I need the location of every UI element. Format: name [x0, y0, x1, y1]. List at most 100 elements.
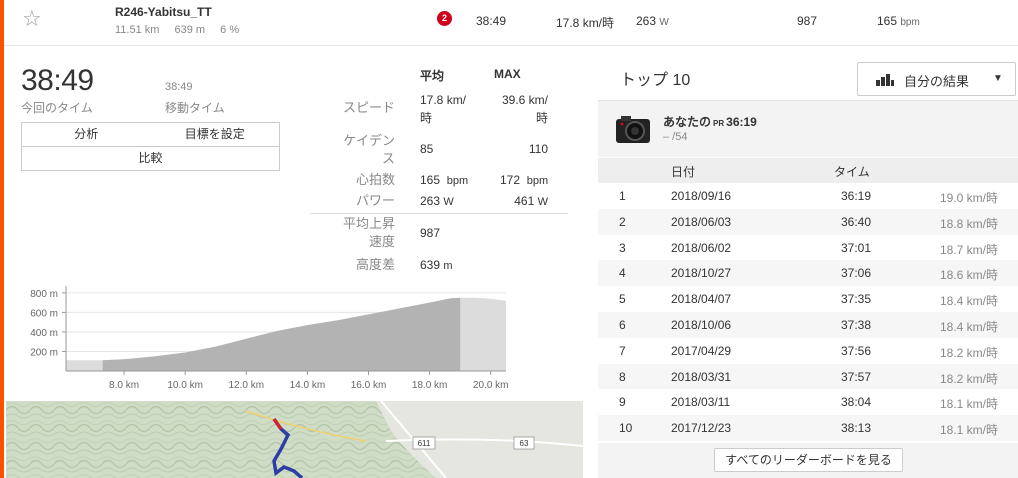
vam-value: 987	[420, 226, 441, 240]
elevation-chart[interactable]: 800 m 600 m 400 m 200 m 8.0 km 10.0 km 12.0 km…	[0, 282, 520, 392]
x-tick-label: 20.0 km	[473, 380, 509, 391]
x-tick-label: 16.0 km	[351, 380, 387, 391]
segment-time: 38:49	[476, 14, 507, 28]
segment-distance: 11.51 km	[115, 24, 160, 36]
speed-cell: 18.8 km/時	[939, 216, 998, 231]
elevation-profile-segment	[102, 297, 461, 371]
segment-grade: 6 %	[220, 24, 240, 36]
date-cell[interactable]: 2018/06/02	[671, 241, 731, 255]
heartrate-max-value: 172	[500, 173, 521, 187]
leaderboard-row[interactable]: 10 2017/12/23 38:13 18.1 km/時	[598, 415, 1018, 441]
speed-avg: 17.8 km/時	[420, 91, 466, 127]
date-cell[interactable]: 2017/04/29	[671, 344, 731, 358]
heartrate-avg-value: 165	[420, 173, 441, 187]
date-cell[interactable]: 2018/10/06	[671, 318, 731, 332]
leaderboard-row[interactable]: 8 2018/03/31 37:57 18.2 km/時	[598, 363, 1018, 390]
heartrate-avg: 165 bpm	[420, 171, 468, 190]
rank-cell: 2	[619, 214, 626, 229]
speed-cell: 18.1 km/時	[939, 397, 998, 412]
speed-avg-value: 17.8 km/	[420, 93, 467, 107]
speed-cell: 18.2 km/時	[939, 371, 998, 386]
vam-label: 平均上昇 速度	[343, 215, 395, 251]
power-max-value: 461	[514, 194, 535, 208]
leaderboard-row[interactable]: 2 2018/06/03 36:40 18.8 km/時	[598, 208, 1018, 235]
time-cell: 37:06	[841, 266, 872, 281]
power-avg-unit: W	[443, 196, 454, 208]
set-goal-button[interactable]: 目標を設定	[150, 123, 279, 146]
speed-label: スピード	[342, 100, 395, 115]
rank-cell: 5	[619, 292, 626, 307]
elapsed-time: 38:49	[21, 64, 94, 97]
speed-cell: 18.7 km/時	[939, 242, 998, 257]
camera-avatar-icon[interactable]	[615, 113, 651, 145]
time-cell: 37:38	[841, 317, 872, 332]
rank-cell: 1	[619, 189, 626, 203]
y-tick-label: 800 m	[30, 289, 58, 300]
time-cell: 37:57	[841, 369, 872, 384]
road-label-63: 63	[520, 439, 529, 448]
heartrate-label: 心拍数	[355, 172, 395, 187]
my-pr-time: 36:19	[726, 115, 757, 129]
my-pr: あなたの PR 36:19	[663, 113, 757, 130]
star-icon[interactable]: ☆	[22, 7, 42, 31]
rank-cell: 6	[619, 317, 626, 332]
vam-label-line1: 平均上昇	[342, 216, 395, 231]
rank-cell: 10	[619, 421, 633, 436]
heartrate-max: 172 bpm	[500, 171, 548, 190]
speed-max-unit: 時	[535, 111, 548, 125]
date-cell[interactable]: 2018/06/03	[671, 215, 731, 229]
date-cell[interactable]: 2018/10/27	[671, 266, 731, 280]
map-canvas[interactable]: 63 611	[6, 401, 583, 478]
speed-cell: 18.4 km/時	[939, 319, 998, 334]
leaderboard-row[interactable]: 7 2017/04/29 37:56 18.2 km/時	[598, 338, 1018, 364]
leaderboard-row[interactable]: 1 2018/09/16 36:19 19.0 km/時	[598, 183, 1018, 209]
rank-badge: 2	[437, 11, 452, 26]
segment-row[interactable]: ☆ R246-Yabitsu_TT 11.51 km 639 m 6 % 2 3…	[4, 0, 1018, 46]
segment-effort-page: ☆ R246-Yabitsu_TT 11.51 km 639 m 6 % 2 3…	[0, 0, 1018, 478]
rank-cell: 4	[619, 266, 626, 281]
accent-bar	[0, 0, 4, 478]
date-cell[interactable]: 2017/12/23	[671, 421, 731, 435]
bar-chart-icon	[876, 74, 894, 86]
segment-heartrate-unit: bpm	[900, 17, 920, 28]
cadence-label: ケイデンス	[343, 132, 395, 168]
segment-vam: 987	[797, 14, 818, 28]
analysis-button[interactable]: 分析	[22, 123, 151, 146]
date-cell[interactable]: 2018/09/16	[671, 189, 731, 203]
compare-button[interactable]: 比較	[22, 147, 279, 170]
cadence-label-line1: ケイデン	[343, 133, 395, 148]
power-max: 461 W	[500, 192, 548, 211]
x-tick-label: 12.0 km	[228, 380, 264, 391]
cadence-max: 110	[528, 142, 548, 156]
time-cell: 36:40	[841, 214, 872, 229]
segment-name[interactable]: R246-Yabitsu_TT	[115, 5, 212, 19]
y-tick-label: 400 m	[30, 328, 58, 339]
speed-cell: 18.1 km/時	[939, 423, 998, 438]
leaderboard-row[interactable]: 4 2018/10/27 37:06 18.6 km/時	[598, 260, 1018, 287]
leaderboard-row[interactable]: 6 2018/10/06 37:38 18.4 km/時	[598, 311, 1018, 338]
date-cell[interactable]: 2018/04/07	[671, 292, 731, 306]
leaderboard-row[interactable]: 3 2018/06/02 37:01 18.7 km/時	[598, 235, 1018, 261]
pr-tag: PR	[713, 119, 725, 128]
cadence-label-line2: ス	[381, 151, 395, 166]
segment-power: 263 W	[636, 14, 669, 28]
route-map[interactable]: 63 611	[6, 401, 583, 478]
my-results-dropdown[interactable]: 自分の結果 ▼	[857, 62, 1016, 96]
action-buttons: 分析 目標を設定 比較	[21, 122, 280, 171]
leaderboard-row[interactable]: 5 2018/04/07 37:35 18.4 km/時	[598, 286, 1018, 312]
elevation-gain: 639 m	[420, 256, 453, 275]
elapsed-time-label: 今回のタイム	[21, 101, 93, 115]
speed-avg-unit: 時	[420, 111, 433, 125]
time-cell: 38:04	[841, 395, 872, 410]
time-cell: 37:35	[841, 292, 872, 307]
x-tick-label: 14.0 km	[290, 380, 326, 391]
action-row-1: 分析 目標を設定	[21, 122, 280, 146]
date-cell[interactable]: 2018/03/31	[671, 370, 731, 384]
speed-cell: 18.6 km/時	[939, 268, 998, 283]
view-all-leaderboards-button[interactable]: すべてのリーダーボードを見る	[714, 448, 903, 472]
time-cell: 36:19	[841, 189, 872, 203]
segment-power-value: 263	[636, 14, 657, 28]
date-cell[interactable]: 2018/03/11	[671, 395, 730, 409]
elevation-gain-unit: m	[443, 260, 453, 272]
leaderboard-row[interactable]: 9 2018/03/11 38:04 18.1 km/時	[598, 389, 1018, 415]
